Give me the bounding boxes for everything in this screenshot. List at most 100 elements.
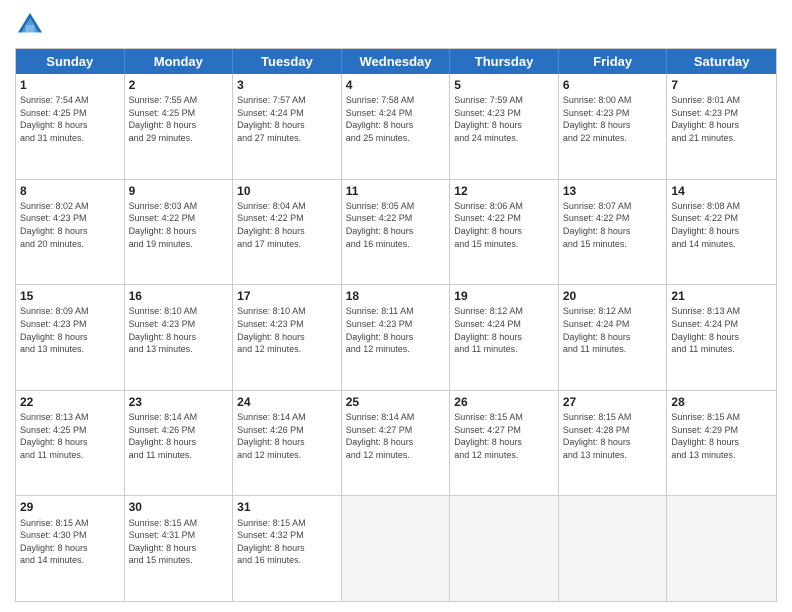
- day-info: Sunrise: 8:14 AM Sunset: 4:26 PM Dayligh…: [129, 411, 229, 461]
- day-info: Sunrise: 8:15 AM Sunset: 4:32 PM Dayligh…: [237, 517, 337, 567]
- day-cell-4: 4Sunrise: 7:58 AM Sunset: 4:24 PM Daylig…: [342, 74, 451, 179]
- day-cell-13: 13Sunrise: 8:07 AM Sunset: 4:22 PM Dayli…: [559, 180, 668, 285]
- day-number: 18: [346, 288, 446, 304]
- day-number: 28: [671, 394, 772, 410]
- day-number: 2: [129, 77, 229, 93]
- header-day-thursday: Thursday: [450, 49, 559, 74]
- header-day-sunday: Sunday: [16, 49, 125, 74]
- calendar: SundayMondayTuesdayWednesdayThursdayFrid…: [15, 48, 777, 602]
- day-info: Sunrise: 8:11 AM Sunset: 4:23 PM Dayligh…: [346, 305, 446, 355]
- day-cell-29: 29 Sunrise: 8:15 AM Sunset: 4:30 PM Dayli…: [16, 496, 125, 601]
- day-cell-1: 1Sunrise: 7:54 AM Sunset: 4:25 PM Daylig…: [16, 74, 125, 179]
- day-info: Sunrise: 8:13 AM Sunset: 4:25 PM Dayligh…: [20, 411, 120, 461]
- logo: [15, 10, 49, 40]
- day-number: 29: [20, 499, 120, 515]
- day-number: 6: [563, 77, 663, 93]
- calendar-body: 1Sunrise: 7:54 AM Sunset: 4:25 PM Daylig…: [16, 74, 776, 601]
- day-number: 5: [454, 77, 554, 93]
- day-cell-6: 6Sunrise: 8:00 AM Sunset: 4:23 PM Daylig…: [559, 74, 668, 179]
- day-cell-26: 26Sunrise: 8:15 AM Sunset: 4:27 PM Dayli…: [450, 391, 559, 496]
- day-info: Sunrise: 8:05 AM Sunset: 4:22 PM Dayligh…: [346, 200, 446, 250]
- day-info: Sunrise: 8:12 AM Sunset: 4:24 PM Dayligh…: [563, 305, 663, 355]
- day-number: 13: [563, 183, 663, 199]
- day-cell-31: 31 Sunrise: 8:15 AM Sunset: 4:32 PM Dayli…: [233, 496, 342, 601]
- day-cell-9: 9Sunrise: 8:03 AM Sunset: 4:22 PM Daylig…: [125, 180, 234, 285]
- day-number: 9: [129, 183, 229, 199]
- day-info: Sunrise: 8:02 AM Sunset: 4:23 PM Dayligh…: [20, 200, 120, 250]
- day-number: 24: [237, 394, 337, 410]
- day-number: 1: [20, 77, 120, 93]
- day-cell-23: 23Sunrise: 8:14 AM Sunset: 4:26 PM Dayli…: [125, 391, 234, 496]
- header-day-saturday: Saturday: [667, 49, 776, 74]
- day-number: 30: [129, 499, 229, 515]
- day-info: Sunrise: 8:15 AM Sunset: 4:27 PM Dayligh…: [454, 411, 554, 461]
- day-info: Sunrise: 8:10 AM Sunset: 4:23 PM Dayligh…: [129, 305, 229, 355]
- day-number: 17: [237, 288, 337, 304]
- day-cell-19: 19Sunrise: 8:12 AM Sunset: 4:24 PM Dayli…: [450, 285, 559, 390]
- day-cell-8: 8Sunrise: 8:02 AM Sunset: 4:23 PM Daylig…: [16, 180, 125, 285]
- day-info: Sunrise: 8:15 AM Sunset: 4:28 PM Dayligh…: [563, 411, 663, 461]
- empty-cell: [667, 496, 776, 601]
- header: [15, 10, 777, 40]
- calendar-header: SundayMondayTuesdayWednesdayThursdayFrid…: [16, 49, 776, 74]
- day-info: Sunrise: 8:03 AM Sunset: 4:22 PM Dayligh…: [129, 200, 229, 250]
- day-info: Sunrise: 8:12 AM Sunset: 4:24 PM Dayligh…: [454, 305, 554, 355]
- day-info: Sunrise: 7:55 AM Sunset: 4:25 PM Dayligh…: [129, 94, 229, 144]
- day-info: Sunrise: 7:54 AM Sunset: 4:25 PM Dayligh…: [20, 94, 120, 144]
- empty-cell: [450, 496, 559, 601]
- day-number: 12: [454, 183, 554, 199]
- day-info: Sunrise: 8:01 AM Sunset: 4:23 PM Dayligh…: [671, 94, 772, 144]
- day-info: Sunrise: 8:08 AM Sunset: 4:22 PM Dayligh…: [671, 200, 772, 250]
- day-info: Sunrise: 8:14 AM Sunset: 4:26 PM Dayligh…: [237, 411, 337, 461]
- week-row-3: 15Sunrise: 8:09 AM Sunset: 4:23 PM Dayli…: [16, 285, 776, 391]
- day-cell-3: 3Sunrise: 7:57 AM Sunset: 4:24 PM Daylig…: [233, 74, 342, 179]
- week-row-2: 8Sunrise: 8:02 AM Sunset: 4:23 PM Daylig…: [16, 180, 776, 286]
- day-cell-24: 24Sunrise: 8:14 AM Sunset: 4:26 PM Dayli…: [233, 391, 342, 496]
- day-info: Sunrise: 7:59 AM Sunset: 4:23 PM Dayligh…: [454, 94, 554, 144]
- empty-cell: [559, 496, 668, 601]
- day-info: Sunrise: 8:15 AM Sunset: 4:29 PM Dayligh…: [671, 411, 772, 461]
- logo-icon: [15, 10, 45, 40]
- day-cell-10: 10Sunrise: 8:04 AM Sunset: 4:22 PM Dayli…: [233, 180, 342, 285]
- day-number: 25: [346, 394, 446, 410]
- day-cell-21: 21Sunrise: 8:13 AM Sunset: 4:24 PM Dayli…: [667, 285, 776, 390]
- day-number: 8: [20, 183, 120, 199]
- day-cell-2: 2Sunrise: 7:55 AM Sunset: 4:25 PM Daylig…: [125, 74, 234, 179]
- day-info: Sunrise: 8:10 AM Sunset: 4:23 PM Dayligh…: [237, 305, 337, 355]
- day-number: 14: [671, 183, 772, 199]
- day-cell-5: 5Sunrise: 7:59 AM Sunset: 4:23 PM Daylig…: [450, 74, 559, 179]
- day-info: Sunrise: 8:06 AM Sunset: 4:22 PM Dayligh…: [454, 200, 554, 250]
- day-cell-20: 20Sunrise: 8:12 AM Sunset: 4:24 PM Dayli…: [559, 285, 668, 390]
- day-cell-25: 25Sunrise: 8:14 AM Sunset: 4:27 PM Dayli…: [342, 391, 451, 496]
- day-number: 16: [129, 288, 229, 304]
- day-info: Sunrise: 7:58 AM Sunset: 4:24 PM Dayligh…: [346, 94, 446, 144]
- day-cell-28: 28Sunrise: 8:15 AM Sunset: 4:29 PM Dayli…: [667, 391, 776, 496]
- header-day-friday: Friday: [559, 49, 668, 74]
- day-number: 31: [237, 499, 337, 515]
- day-info: Sunrise: 8:15 AM Sunset: 4:30 PM Dayligh…: [20, 517, 120, 567]
- day-cell-30: 30Sunrise: 8:15 AM Sunset: 4:31 PM Dayli…: [125, 496, 234, 601]
- day-cell-17: 17Sunrise: 8:10 AM Sunset: 4:23 PM Dayli…: [233, 285, 342, 390]
- header-day-tuesday: Tuesday: [233, 49, 342, 74]
- page: SundayMondayTuesdayWednesdayThursdayFrid…: [0, 0, 792, 612]
- day-info: Sunrise: 8:00 AM Sunset: 4:23 PM Dayligh…: [563, 94, 663, 144]
- day-cell-14: 14Sunrise: 8:08 AM Sunset: 4:22 PM Dayli…: [667, 180, 776, 285]
- day-number: 23: [129, 394, 229, 410]
- empty-cell: [342, 496, 451, 601]
- day-number: 21: [671, 288, 772, 304]
- week-row-5: 29 Sunrise: 8:15 AM Sunset: 4:30 PM Dayli…: [16, 496, 776, 601]
- header-day-monday: Monday: [125, 49, 234, 74]
- day-number: 20: [563, 288, 663, 304]
- day-info: Sunrise: 8:07 AM Sunset: 4:22 PM Dayligh…: [563, 200, 663, 250]
- day-cell-18: 18Sunrise: 8:11 AM Sunset: 4:23 PM Dayli…: [342, 285, 451, 390]
- day-number: 7: [671, 77, 772, 93]
- day-number: 15: [20, 288, 120, 304]
- day-info: Sunrise: 8:09 AM Sunset: 4:23 PM Dayligh…: [20, 305, 120, 355]
- day-number: 19: [454, 288, 554, 304]
- week-row-1: 1Sunrise: 7:54 AM Sunset: 4:25 PM Daylig…: [16, 74, 776, 180]
- week-row-4: 22Sunrise: 8:13 AM Sunset: 4:25 PM Dayli…: [16, 391, 776, 497]
- day-number: 11: [346, 183, 446, 199]
- day-number: 22: [20, 394, 120, 410]
- day-info: Sunrise: 8:14 AM Sunset: 4:27 PM Dayligh…: [346, 411, 446, 461]
- day-number: 10: [237, 183, 337, 199]
